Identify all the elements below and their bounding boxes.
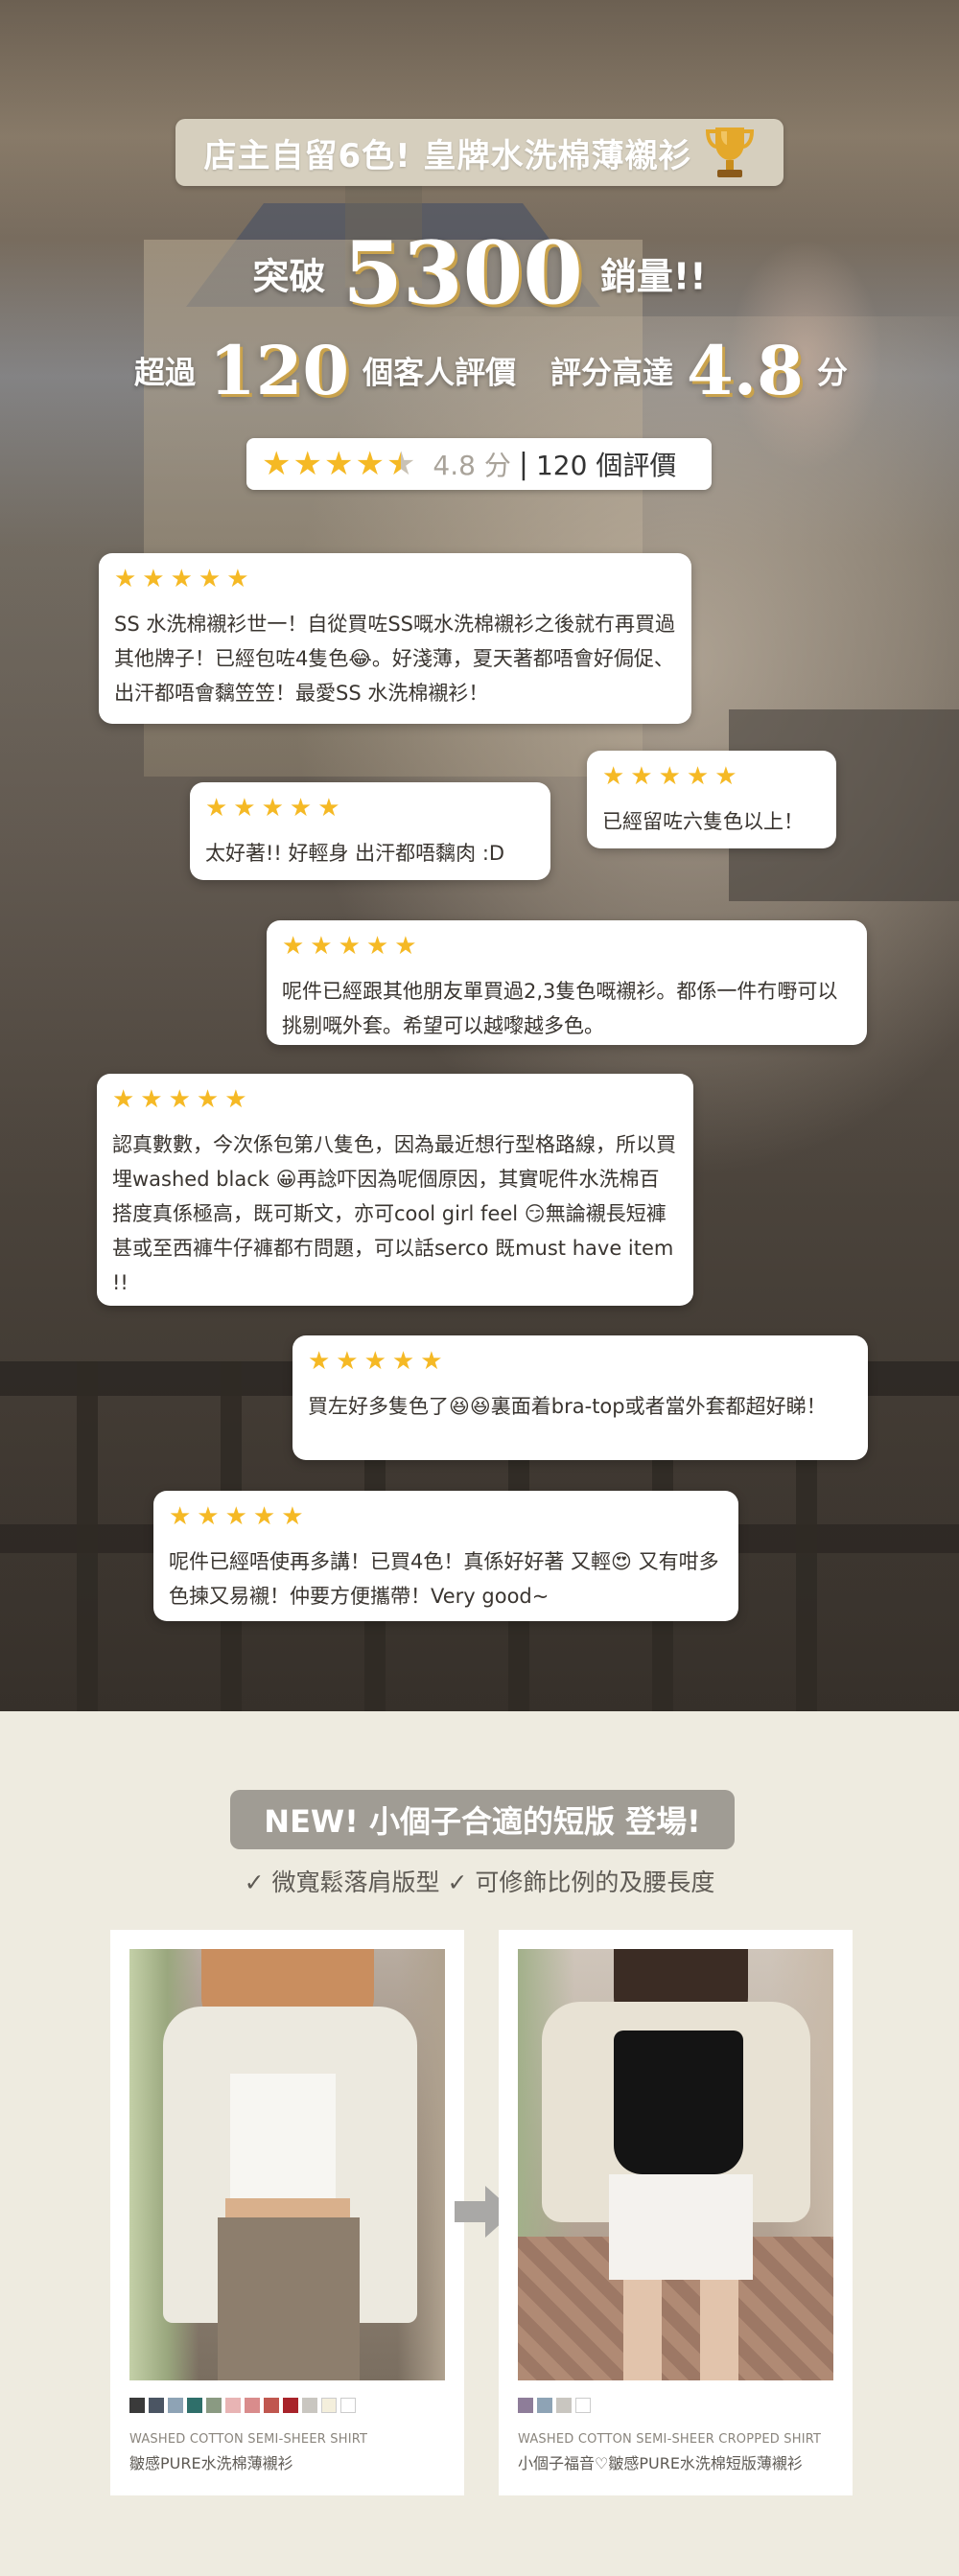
photo-shorts [609,2174,753,2280]
photo-top [614,2031,743,2174]
photo-top [230,2074,336,2198]
trophy-icon [705,128,754,177]
star-icon: ★ [292,445,322,483]
product-photo[interactable] [129,1949,445,2380]
reviews-number: 120 [209,331,350,410]
review-card: ★★★★★ 已經留咗六隻色以上！ [587,751,836,848]
photo-waist [225,2198,350,2217]
color-swatch[interactable] [575,2398,591,2413]
rating-separator: | [518,447,528,481]
reviews-prefix: 超過 [134,354,197,391]
review-card: ★★★★★ 太好著!! 好輕身 出汗都唔黐肉 :D [190,782,550,880]
review-text: 太好著!! 好輕身 出汗都唔黐肉 :D [205,842,505,865]
review-stars: ★★★★★ [112,1085,253,1114]
review-stars: ★★★★★ [169,1502,310,1531]
color-swatch[interactable] [340,2398,356,2413]
sales-suffix: 銷量!! [599,255,707,298]
review-card: ★★★★★ 認真數數，今次係包第八隻色，因為最近想行型格路線，所以買埋washe… [97,1074,693,1306]
score-suffix: 分 [816,354,848,391]
color-swatch[interactable] [518,2398,533,2413]
reviews-suffix: 個客人評價 [363,354,517,391]
color-swatch[interactable] [264,2398,279,2413]
reviews-stat: 超過 120 個客人評價 [134,331,516,410]
product-photo[interactable] [518,1949,833,2380]
review-text: 呢件已經唔使再多講！已買4色！真係好好著 又輕😍 又有咁多色揀又易襯！仲要方便攜… [169,1550,719,1608]
review-card: ★★★★★ 呢件已經跟其他朋友單買過2,3隻色嘅襯衫。都係一件冇嘢可以挑剔嘅外套… [267,920,867,1045]
review-card: ★★★★★ 買左好多隻色了😆😆裏面着bra-top或者當外套都超好睇！ [292,1335,868,1460]
sales-stat: 突破 5300 銷量!! [0,222,959,324]
color-swatch[interactable] [283,2398,298,2413]
review-card: ★★★★★ SS 水洗棉襯衫世一！自從買咗SS嘅水洗棉襯衫之後就冇再買過其他牌子… [99,553,691,724]
headline-banner: 店主自留6色! 皇牌水洗棉薄襯衫 [175,119,784,186]
review-stars: ★★★★★ [205,794,346,823]
review-text: 買左好多隻色了😆😆裏面着bra-top或者當外套都超好睇！ [308,1395,827,1418]
color-swatch[interactable] [225,2398,241,2413]
photo-skirt [218,2217,360,2380]
rating-score: 4.8 分 [433,450,511,481]
color-swatch[interactable] [129,2398,145,2413]
product-name-zh: 小個子福音♡皺感PURE水洗棉短版薄襯衫 [518,2454,803,2472]
score-prefix: 評分高達 [550,354,674,391]
color-swatches[interactable] [129,2398,445,2413]
sales-prefix: 突破 [252,255,326,298]
color-swatch[interactable] [537,2398,552,2413]
color-swatches[interactable] [518,2398,833,2413]
review-text: 呢件已經跟其他朋友單買過2,3隻色嘅襯衫。都係一件冇嘢可以挑剔嘅外套。希望可以越… [282,980,838,1037]
feature-list: ✓ 微寬鬆落肩版型 ✓ 可修飾比例的及腰長度 [244,1868,715,1896]
review-text: 已經留咗六隻色以上！ [602,810,804,833]
review-stars: ★★★★★ [114,565,255,593]
half-star-icon: ★ [386,445,416,483]
product-card[interactable]: WASHED COTTON SEMI-SHEER SHIRT 皺感PURE水洗棉… [110,1930,464,2495]
review-stars: ★★★★★ [282,932,423,961]
color-swatch[interactable] [321,2398,337,2413]
new-section-title: NEW! 小個子合適的短版 登場! [230,1790,735,1849]
color-swatch[interactable] [149,2398,164,2413]
headline-title: 店主自留6色! 皇牌水洗棉薄襯衫 [203,136,692,175]
product-name-en: WASHED COTTON SEMI-SHEER CROPPED SHIRT [518,2432,822,2447]
product-card[interactable]: WASHED COTTON SEMI-SHEER CROPPED SHIRT 小… [499,1930,853,2495]
review-text: SS 水洗棉襯衫世一！自從買咗SS嘅水洗棉襯衫之後就冇再買過其他牌子！已經包咗4… [114,613,675,705]
color-swatch[interactable] [206,2398,222,2413]
photo-leg [700,2280,738,2380]
photo-leg [623,2280,662,2380]
rating-summary: ★ ★ ★ ★ ★ 4.8 分 | 120 個評價 [246,438,712,490]
background-post [77,1361,98,1711]
color-swatch[interactable] [168,2398,183,2413]
star-icon: ★ [262,445,292,483]
rating-count: 120 個評價 [535,450,677,481]
sales-number: 5300 [342,222,583,324]
review-card: ★★★★★ 呢件已經唔使再多講！已買4色！真係好好著 又輕😍 又有咁多色揀又易襯… [153,1491,738,1621]
color-swatch[interactable] [245,2398,260,2413]
review-stars: ★★★★★ [308,1347,449,1376]
product-name-zh: 皺感PURE水洗棉薄襯衫 [129,2454,293,2472]
color-swatch[interactable] [556,2398,572,2413]
product-name-en: WASHED COTTON SEMI-SHEER SHIRT [129,2432,368,2447]
star-icon: ★ [355,445,385,483]
color-swatch[interactable] [302,2398,317,2413]
color-swatch[interactable] [187,2398,202,2413]
review-stars: ★★★★★ [602,762,743,791]
star-icon: ★ [323,445,354,483]
score-number: 4.8 [687,331,804,410]
review-text: 認真數數，今次係包第八隻色，因為最近想行型格路線，所以買埋washed blac… [112,1133,676,1294]
score-stat: 評分高達 4.8 分 [550,331,848,410]
